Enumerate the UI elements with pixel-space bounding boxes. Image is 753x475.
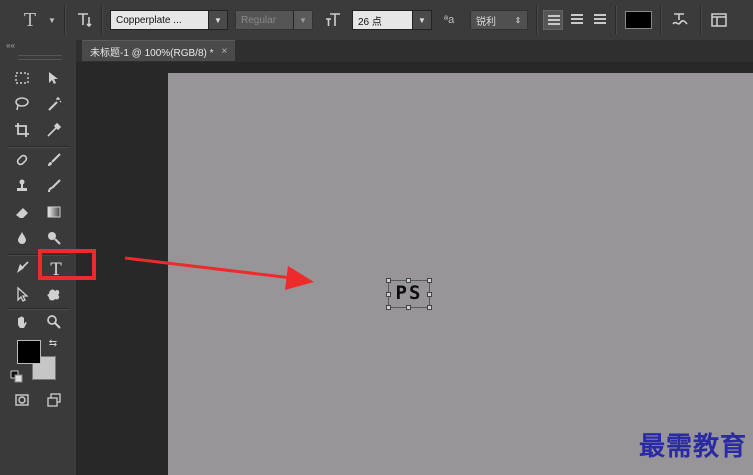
annotation-arrow: [124, 256, 314, 290]
watermark-text: 最需教育: [638, 432, 747, 462]
foreground-color-swatch[interactable]: [17, 340, 41, 364]
